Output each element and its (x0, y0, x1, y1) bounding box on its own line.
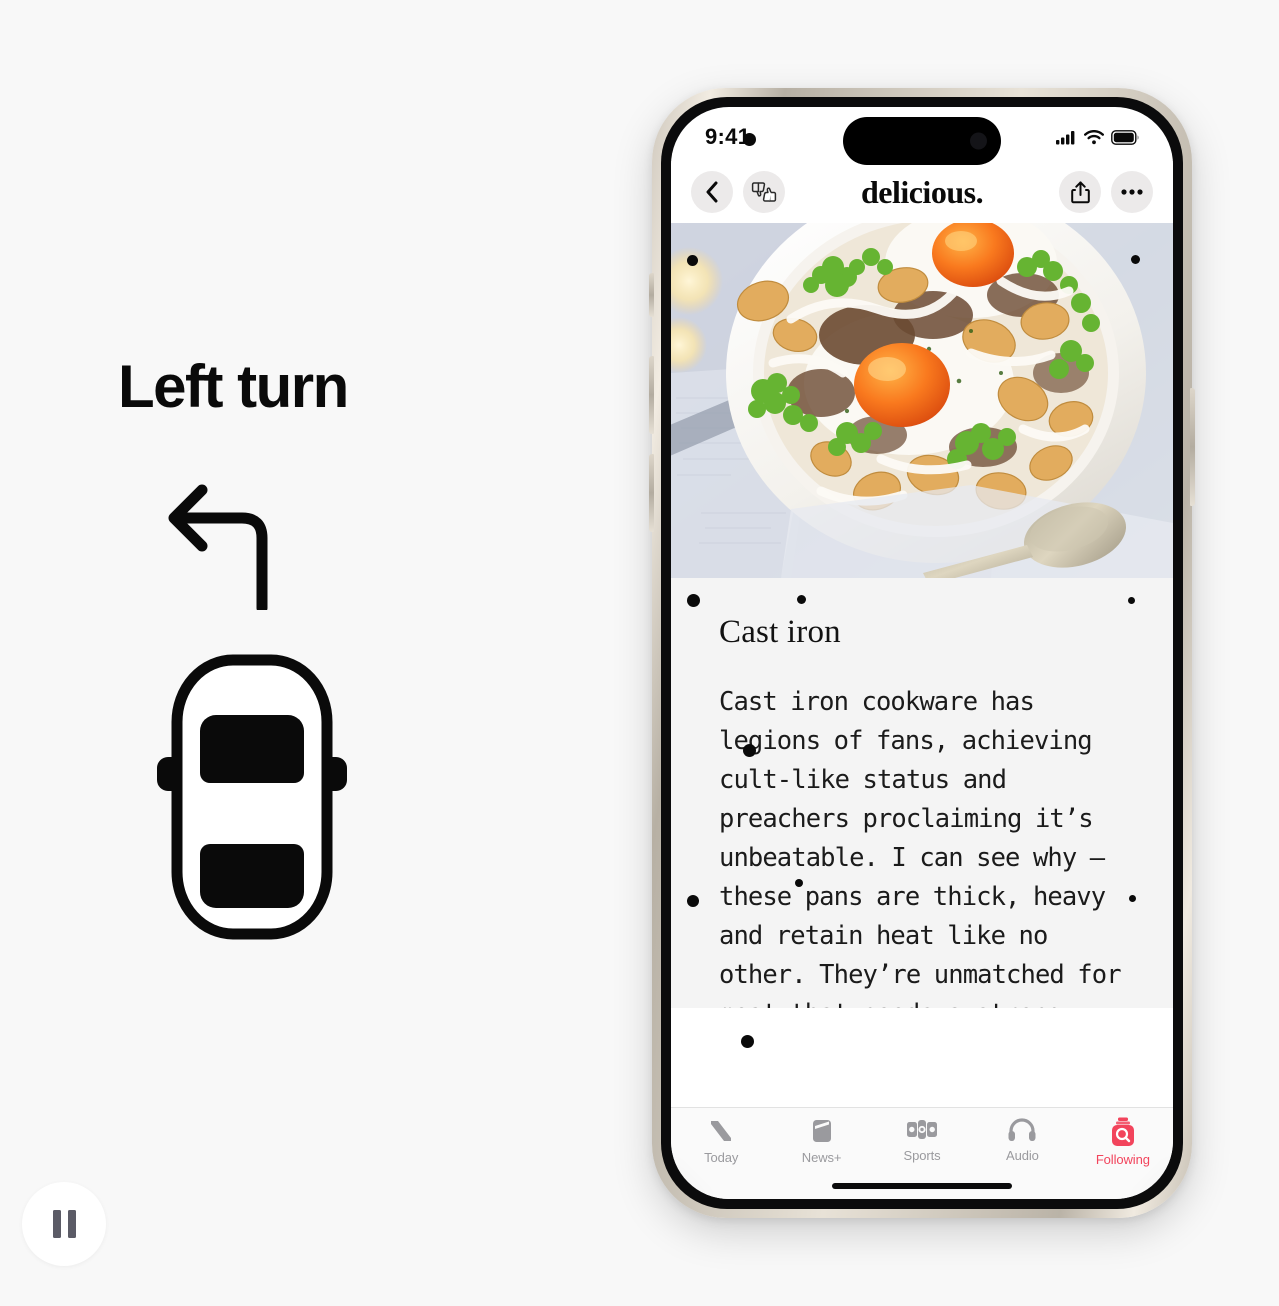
navigation-instruction-panel: Left turn (0, 0, 640, 1306)
tab-today-label: Today (704, 1150, 739, 1165)
overlay-dot (741, 1035, 754, 1048)
tab-sports[interactable]: Sports (872, 1117, 972, 1163)
screen-root: Left turn 9:41 delicious. Cast iron Cast… (0, 0, 1279, 1306)
article-hero-image (671, 223, 1173, 578)
app-navigation-bar: delicious. (671, 161, 1173, 223)
left-turn-arrow-icon (168, 484, 268, 610)
news-logo-icon (711, 1121, 732, 1141)
volume-up-button[interactable] (649, 356, 654, 434)
publication-title: delicious. (860, 173, 984, 210)
food-photo-illustration (671, 223, 1173, 578)
thumbs-up-down-icon (751, 182, 777, 202)
dynamic-island (843, 117, 1001, 165)
tab-audio[interactable]: Audio (972, 1117, 1072, 1163)
article-body-text: Cast iron cookware has legions of fans, … (719, 687, 1122, 1008)
tab-newsplus-label: News+ (801, 1150, 842, 1165)
phone-screen: 9:41 delicious. Cast iron Cast iron cook… (671, 107, 1173, 1199)
pause-icon-bar-left (52, 1210, 61, 1238)
power-button[interactable] (1190, 388, 1195, 506)
car-top-view-icon (157, 654, 347, 940)
newsplus-icon (812, 1120, 831, 1142)
status-bar-indicators (1056, 124, 1139, 145)
turn-instruction-title: Left turn (118, 353, 349, 420)
action-button[interactable] (649, 273, 654, 317)
cellular-signal-icon (1056, 130, 1075, 144)
tab-following[interactable]: Following (1073, 1117, 1173, 1167)
tab-sports-label: Sports (903, 1148, 941, 1163)
tab-newsplus[interactable]: News+ (771, 1117, 871, 1165)
ellipsis-icon (1121, 189, 1143, 195)
tab-audio-label: Audio (1006, 1148, 1039, 1163)
tab-today[interactable]: Today (671, 1117, 771, 1165)
pause-button[interactable] (22, 1182, 106, 1266)
battery-full-icon (1111, 129, 1139, 145)
back-button[interactable] (691, 171, 733, 213)
status-bar: 9:41 (671, 107, 1173, 165)
wifi-icon (1084, 129, 1104, 144)
article-heading: Cast iron (719, 614, 841, 650)
headphones-icon (1008, 1118, 1036, 1141)
pause-icon-bar-right (67, 1210, 76, 1238)
article-content: Cast iron Cast iron cookware has legions… (671, 578, 1173, 1008)
share-button[interactable] (1059, 171, 1101, 213)
home-indicator[interactable] (832, 1183, 1012, 1189)
share-icon (1070, 180, 1090, 203)
chevron-left-icon (706, 181, 717, 203)
status-bar-time: 9:41 (705, 124, 751, 149)
volume-down-button[interactable] (649, 454, 654, 532)
more-options-button[interactable] (1111, 171, 1153, 213)
front-camera-icon (970, 132, 987, 150)
rating-button[interactable] (743, 171, 785, 213)
sports-icon (907, 1120, 938, 1139)
tab-following-label: Following (1095, 1152, 1150, 1167)
following-search-icon (1111, 1117, 1134, 1146)
iphone-mockup: 9:41 delicious. Cast iron Cast iron cook… (649, 88, 1195, 1218)
